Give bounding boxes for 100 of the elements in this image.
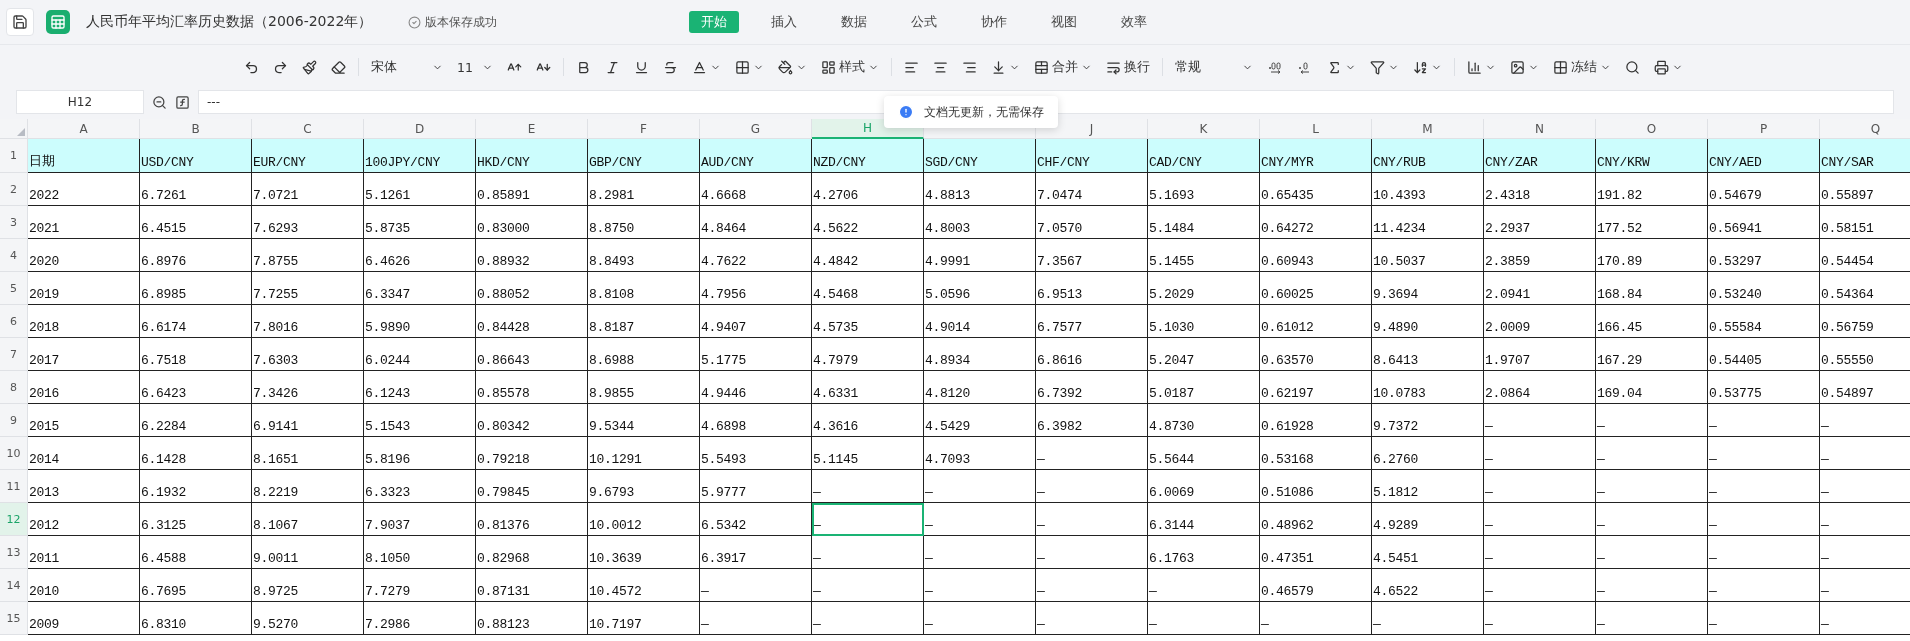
table-cell: — — [1484, 602, 1596, 635]
table-cell: 0.46579 — [1260, 569, 1372, 602]
table-cell: 8.9725 — [252, 569, 364, 602]
row-header[interactable]: 5 — [0, 272, 28, 305]
table-cell: 5.1693 — [1148, 173, 1260, 206]
vertical-align-icon — [991, 59, 1006, 75]
row-header[interactable]: 10 — [0, 437, 28, 470]
font-dropdown[interactable]: 宋体 — [365, 54, 449, 80]
table-cell: 2019 — [28, 272, 140, 305]
font-size-dropdown[interactable]: 11 — [451, 54, 499, 80]
column-header[interactable]: E — [476, 119, 588, 139]
table-cell: 6.2760 — [1372, 437, 1484, 470]
table-cell: 0.53168 — [1260, 437, 1372, 470]
table-cell: — — [924, 569, 1036, 602]
row-header[interactable]: 15 — [0, 602, 28, 635]
table-cell: 7.0721 — [252, 173, 364, 206]
table-cell: USD/CNY — [140, 139, 252, 173]
column-header[interactable]: Q — [1820, 119, 1910, 139]
table-cell: 0.47351 — [1260, 536, 1372, 569]
table-cell: 6.3982 — [1036, 404, 1148, 437]
table-cell: CNY/MYR — [1260, 139, 1372, 173]
column-header[interactable]: C — [252, 119, 364, 139]
row-header[interactable]: 4 — [0, 239, 28, 272]
row-header[interactable]: 14 — [0, 569, 28, 602]
table-cell: 8.9855 — [588, 371, 700, 404]
table-cell: 6.9513 — [1036, 272, 1148, 305]
table-cell: GBP/CNY — [588, 139, 700, 173]
menu-tab[interactable]: 视图 — [1039, 11, 1090, 33]
column-header[interactable]: J — [1036, 119, 1148, 139]
table-cell: — — [924, 602, 1036, 635]
table-cell: 167.29 — [1596, 338, 1708, 371]
table-cell: 5.8196 — [364, 437, 476, 470]
column-header[interactable]: D — [364, 119, 476, 139]
table-cell: 4.5735 — [812, 305, 924, 338]
column-header[interactable]: K — [1148, 119, 1260, 139]
row-header[interactable]: 8 — [0, 371, 28, 404]
row-header[interactable]: 6 — [0, 305, 28, 338]
table-cell: 0.82968 — [476, 536, 588, 569]
fill-color-icon — [778, 59, 793, 75]
menu-tab[interactable]: 效率 — [1109, 11, 1160, 33]
row-header[interactable]: 1 — [0, 139, 28, 173]
table-cell: 170.89 — [1596, 239, 1708, 272]
table-cell: 5.1455 — [1148, 239, 1260, 272]
column-header[interactable]: A — [28, 119, 140, 139]
table-cell: CNY/AED — [1708, 139, 1820, 173]
info-icon — [898, 104, 914, 120]
table-cell: 2020 — [28, 239, 140, 272]
table-cell: 6.4588 — [140, 536, 252, 569]
row-header[interactable]: 9 — [0, 404, 28, 437]
table-cell: 2011 — [28, 536, 140, 569]
style-dropdown[interactable]: 样式 — [815, 54, 885, 80]
table-cell: 6.3917 — [700, 536, 812, 569]
column-header[interactable]: F — [588, 119, 700, 139]
row-header[interactable]: 7 — [0, 338, 28, 371]
save-button[interactable] — [6, 8, 34, 36]
function-button[interactable] — [175, 94, 190, 110]
table-cell: — — [812, 569, 924, 602]
row-header[interactable]: 3 — [0, 206, 28, 239]
table-cell: — — [1484, 536, 1596, 569]
table-cell: — — [1036, 503, 1148, 536]
table-cell: 4.8934 — [924, 338, 1036, 371]
table-cell: — — [1708, 470, 1820, 503]
column-header[interactable]: P — [1708, 119, 1820, 139]
table-cell: — — [812, 536, 924, 569]
wrap-text-button[interactable]: 换行 — [1100, 54, 1156, 80]
table-cell: 10.4393 — [1372, 173, 1484, 206]
column-header[interactable]: O — [1596, 119, 1708, 139]
menu-tab[interactable]: 公式 — [899, 11, 950, 33]
menu-tab[interactable]: 数据 — [829, 11, 880, 33]
column-header[interactable]: G — [700, 119, 812, 139]
name-box[interactable]: H12 — [16, 90, 144, 114]
table-cell: 166.45 — [1596, 305, 1708, 338]
table-cell: 0.80342 — [476, 404, 588, 437]
row-header[interactable]: 11 — [0, 470, 28, 503]
column-header[interactable]: M — [1372, 119, 1484, 139]
table-cell: — — [1484, 569, 1596, 602]
column-header[interactable]: N — [1484, 119, 1596, 139]
table-cell: 6.0069 — [1148, 470, 1260, 503]
merge-dropdown[interactable]: 合并 — [1028, 54, 1098, 80]
row-header[interactable]: 13 — [0, 536, 28, 569]
table-cell: 0.48962 — [1260, 503, 1372, 536]
number-format-dropdown[interactable]: 常规 — [1169, 54, 1259, 80]
menu-tab[interactable]: 插入 — [759, 11, 810, 33]
zoom-out-button[interactable] — [152, 94, 167, 110]
table-cell: 2022 — [28, 173, 140, 206]
table-cell: 169.04 — [1596, 371, 1708, 404]
table-cell: 2010 — [28, 569, 140, 602]
table-cell: — — [1484, 470, 1596, 503]
table-cell: 6.1428 — [140, 437, 252, 470]
clear-format-icon — [331, 59, 346, 75]
column-header[interactable]: L — [1260, 119, 1372, 139]
table-cell: 2.2937 — [1484, 206, 1596, 239]
column-header[interactable]: B — [140, 119, 252, 139]
table-cell: — — [1260, 602, 1372, 635]
table-cell: 0.85891 — [476, 173, 588, 206]
menu-tab[interactable]: 协作 — [969, 11, 1020, 33]
table-cell: — — [1036, 437, 1148, 470]
row-header[interactable]: 2 — [0, 173, 28, 206]
table-cell: — — [1148, 602, 1260, 635]
freeze-dropdown[interactable]: 冻结 — [1547, 54, 1617, 80]
